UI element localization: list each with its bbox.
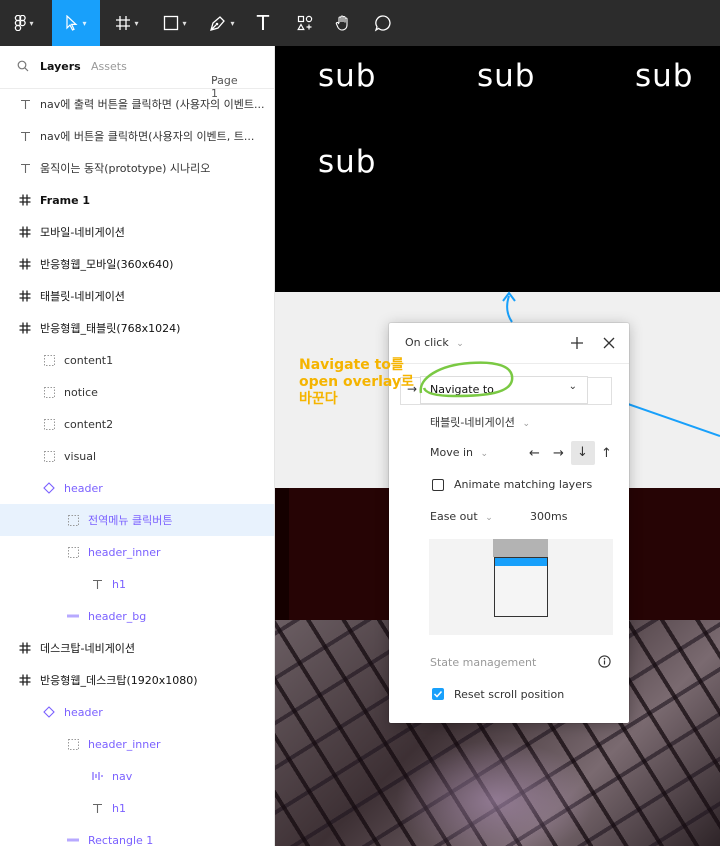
annotation-line: Navigate to를 [299,357,404,373]
annotation-circle [419,361,514,398]
annotation-line: 바꾼다 [299,391,338,407]
annotation-note: Navigate to를 open overlay로 바꾼다 [299,357,414,408]
annotation-line: open overlay로 [299,374,414,390]
